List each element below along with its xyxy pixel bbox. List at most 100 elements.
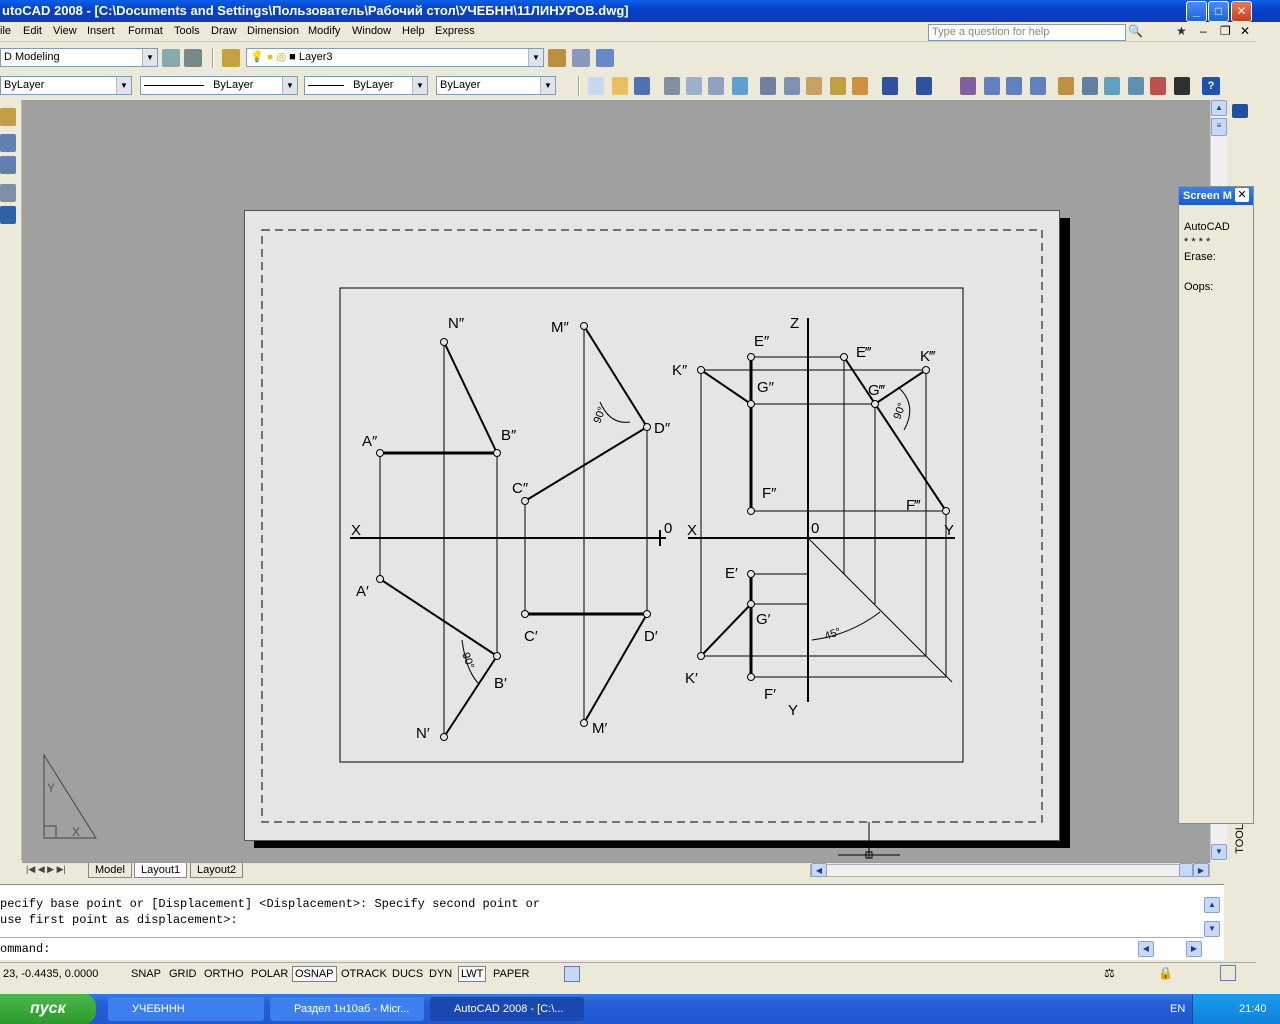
scroll-thumb[interactable]	[1179, 863, 1193, 877]
taskbar-item-folder[interactable]: УЧЕБННН	[108, 997, 264, 1021]
tab-layout1[interactable]: Layout1	[134, 863, 188, 878]
publish-icon[interactable]	[708, 77, 724, 95]
status-toggle-polar[interactable]: POLAR	[248, 966, 291, 982]
matchprop-icon[interactable]	[830, 77, 846, 95]
taskbar-item-word[interactable]: Раздел 1н10аб - Micr...	[270, 997, 424, 1021]
zoom-previous-icon[interactable]	[1030, 77, 1046, 95]
pan-icon[interactable]	[960, 77, 976, 95]
qnew-icon[interactable]	[588, 77, 604, 95]
layer-isolate-icon[interactable]	[596, 49, 614, 67]
screen-menu-item[interactable]: * * * *	[1179, 236, 1253, 251]
screen-menu-item[interactable]	[1179, 266, 1253, 281]
start-button[interactable]: пуск	[0, 994, 96, 1024]
status-toggle-lwt[interactable]: LWT	[458, 966, 487, 982]
menu-edit[interactable]: Edit	[23, 25, 42, 37]
annotation-icon[interactable]: ⚖	[1104, 966, 1115, 980]
menu-help[interactable]: Help	[402, 25, 425, 37]
tab-model[interactable]: Model	[88, 863, 132, 878]
scroll-down-button[interactable]: ▼	[1204, 921, 1220, 937]
toolpalette-icon[interactable]	[1104, 77, 1120, 95]
doc-minimize-button[interactable]: –	[1200, 24, 1216, 40]
status-toggle-osnap[interactable]: OSNAP	[292, 966, 337, 982]
properties-icon[interactable]	[0, 184, 16, 202]
menu-express[interactable]: Express	[435, 25, 475, 37]
zoom-window-icon[interactable]	[1006, 77, 1022, 95]
color-select[interactable]: ByLayer ▼	[0, 76, 132, 95]
scroll-thumb[interactable]: ≡	[1211, 118, 1227, 136]
layer-previous-icon[interactable]	[548, 49, 566, 67]
cut-icon[interactable]	[760, 77, 776, 95]
layer-state-icon[interactable]	[572, 49, 590, 67]
scroll-left-button[interactable]: ◀	[811, 863, 827, 877]
layer-select[interactable]: 💡 ● ◎ ■ Layer3 ▼	[246, 48, 544, 67]
clean-screen-icon[interactable]	[1220, 965, 1236, 981]
scroll-right-button[interactable]: ▶	[1193, 863, 1209, 877]
undo-icon[interactable]	[882, 77, 898, 95]
scroll-right-button[interactable]: ▶	[1186, 941, 1202, 957]
menu-format[interactable]: Format	[128, 25, 163, 37]
doc-restore-button[interactable]: ❐	[1220, 24, 1236, 40]
match-icon[interactable]	[0, 206, 16, 224]
layer-icon[interactable]	[0, 156, 16, 174]
coordinates-display[interactable]: 23, -0.4435, 0.0000	[0, 966, 101, 982]
zoom-realtime-icon[interactable]	[984, 77, 1000, 95]
viewport-icon[interactable]	[564, 966, 580, 982]
command-prompt[interactable]: ommand:	[0, 942, 50, 956]
ruler-icon[interactable]	[0, 108, 16, 126]
language-indicator[interactable]: EN	[1170, 994, 1185, 1024]
tab-nav-icons[interactable]: |◀ ◀ ▶ ▶|	[26, 864, 66, 875]
star-icon[interactable]: ★	[1176, 24, 1192, 40]
status-toggle-dyn[interactable]: DYN	[426, 966, 455, 982]
screen-menu-item[interactable]: AutoCAD	[1179, 221, 1253, 236]
layer-manager-icon[interactable]	[222, 49, 240, 67]
maximize-button[interactable]: □	[1208, 1, 1229, 22]
3dprint-icon[interactable]	[732, 77, 748, 95]
lock-icon[interactable]: 🔒	[1158, 966, 1173, 980]
minimize-button[interactable]: _	[1186, 1, 1207, 22]
menu-dimension[interactable]: Dimension	[247, 25, 299, 37]
scroll-left-button[interactable]: ◀	[1138, 941, 1154, 957]
status-toggle-otrack[interactable]: OTRACK	[338, 966, 390, 982]
gear-icon[interactable]	[184, 49, 202, 67]
close-icon[interactable]: ✕	[1235, 188, 1249, 202]
tool-palette-icon[interactable]	[1232, 104, 1248, 118]
doc-close-button[interactable]: ✕	[1240, 24, 1256, 40]
horizontal-scrollbar[interactable]: ◀ ▶	[810, 863, 1210, 877]
lineweight-select[interactable]: ByLayer ▼	[304, 76, 428, 95]
help-icon[interactable]: ?	[1202, 77, 1220, 95]
scroll-up-button[interactable]: ▲	[1204, 897, 1220, 913]
menu-insert[interactable]: Insert	[87, 25, 115, 37]
drawing-area[interactable]: N″ M″ A″ B″ C″ D″ X 0 A′ B′ C′ D′ N′ M′ …	[22, 100, 1210, 862]
status-toggle-snap[interactable]: SNAP	[128, 966, 164, 982]
status-toggle-paper[interactable]: PAPER	[490, 966, 532, 982]
menu-modify[interactable]: Modify	[308, 25, 340, 37]
plot-icon[interactable]	[664, 77, 680, 95]
markup-icon[interactable]	[1150, 77, 1166, 95]
copy-icon[interactable]	[784, 77, 800, 95]
menu-tools[interactable]: Tools	[174, 25, 200, 37]
tab-layout2[interactable]: Layout2	[190, 863, 244, 878]
layer-icon[interactable]	[0, 134, 16, 152]
workspace-select[interactable]: D Modeling ▼	[0, 48, 158, 67]
paste-icon[interactable]	[806, 77, 822, 95]
preview-icon[interactable]	[686, 77, 702, 95]
menu-window[interactable]: Window	[352, 25, 391, 37]
menu-view[interactable]: View	[53, 25, 77, 37]
redo-icon[interactable]	[916, 77, 932, 95]
designcenter-icon[interactable]	[1082, 77, 1098, 95]
open-icon[interactable]	[612, 77, 628, 95]
screen-menu-item[interactable]: Erase:	[1179, 251, 1253, 266]
menu-draw[interactable]: Draw	[211, 25, 237, 37]
scroll-up-button[interactable]: ▲	[1211, 100, 1227, 116]
status-toggle-ortho[interactable]: ORTHO	[201, 966, 247, 982]
status-toggle-ducs[interactable]: DUCS	[389, 966, 426, 982]
menu-file[interactable]: ile	[0, 25, 11, 37]
search-icon[interactable]: 🔍	[1128, 24, 1144, 40]
taskbar-item-autocad[interactable]: AutoCAD 2008 - [C:\...	[430, 997, 584, 1021]
save-icon[interactable]	[634, 77, 650, 95]
scroll-down-button[interactable]: ▼	[1211, 844, 1227, 860]
tool-palette-label[interactable]: TOOL	[1234, 824, 1246, 854]
properties-icon[interactable]	[1058, 77, 1074, 95]
blockeditor-icon[interactable]	[852, 77, 868, 95]
close-button[interactable]: ✕	[1231, 1, 1252, 22]
